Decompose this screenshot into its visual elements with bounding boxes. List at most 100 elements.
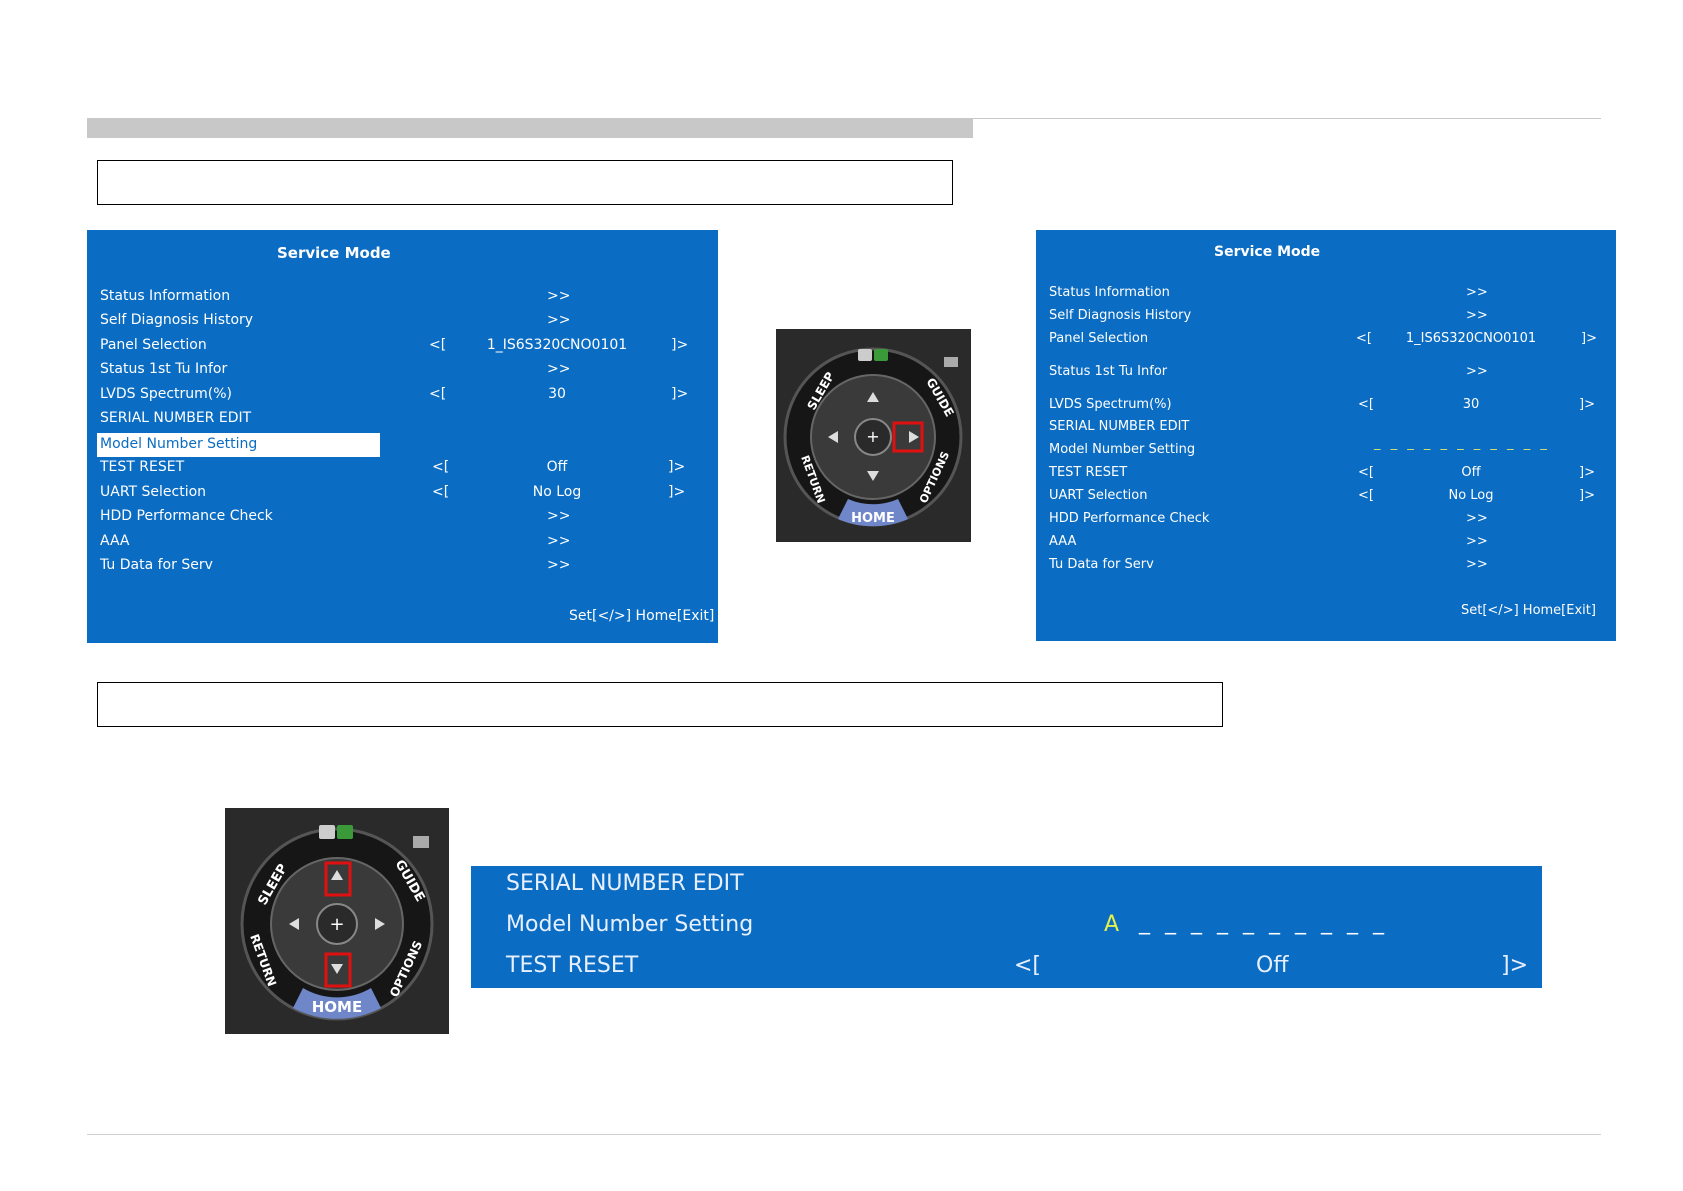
- menu-value: No Log: [532, 484, 582, 500]
- menu-label: LVDS Spectrum(%): [100, 386, 233, 402]
- menu-row-uart-selection[interactable]: UART Selection <[ No Log ]>: [1036, 488, 1616, 508]
- model-number-placeholder: _ _ _ _ _ _ _ _ _ _ _: [1374, 436, 1550, 451]
- menu-value: 1_IS6S320CNO0101: [1405, 331, 1537, 346]
- right-arrow[interactable]: ]>: [671, 386, 688, 402]
- menu-label: Status Information: [100, 288, 231, 304]
- left-arrow[interactable]: <[: [432, 484, 449, 500]
- menu-label: UART Selection: [1049, 488, 1148, 503]
- menu-row-uart-selection[interactable]: UART Selection <[ No Log ]>: [87, 484, 718, 504]
- menu-row-status-information[interactable]: Status Information >>: [1036, 285, 1616, 305]
- caption-box-2: [97, 682, 1223, 727]
- nav-arrow: >>: [1466, 534, 1488, 549]
- model-number-cursor-char: A: [1104, 912, 1120, 937]
- menu-row-self-diagnosis[interactable]: Self Diagnosis History >>: [1036, 308, 1616, 328]
- nav-arrow: >>: [1466, 557, 1488, 572]
- menu-row-test-reset[interactable]: TEST RESET <[ Off ]>: [87, 459, 718, 479]
- left-arrow[interactable]: <[: [429, 386, 446, 402]
- nav-arrow: >>: [1466, 285, 1488, 300]
- left-arrow[interactable]: <[: [1358, 397, 1374, 412]
- menu-label: LVDS Spectrum(%): [1049, 397, 1172, 412]
- nav-arrow: >>: [547, 508, 571, 524]
- menu-row-tu-data[interactable]: Tu Data for Serv >>: [1036, 557, 1616, 577]
- left-arrow[interactable]: <[: [429, 337, 446, 353]
- right-arrow[interactable]: ]>: [1579, 488, 1595, 503]
- nav-arrow: >>: [547, 288, 571, 304]
- menu-row-status-1st-tu[interactable]: Status 1st Tu Infor >>: [87, 361, 718, 381]
- left-arrow[interactable]: <[: [432, 459, 449, 475]
- nav-arrow: >>: [547, 361, 571, 377]
- header-bar: [87, 118, 973, 138]
- menu-label: TEST RESET: [1049, 465, 1128, 480]
- nav-arrow: >>: [547, 533, 571, 549]
- menu-row-status-information[interactable]: Status Information >>: [87, 288, 718, 308]
- menu-label: TEST RESET: [100, 459, 185, 475]
- menu-row-hdd-performance[interactable]: HDD Performance Check >>: [1036, 511, 1616, 531]
- menu-row-serial-number-edit[interactable]: SERIAL NUMBER EDIT: [87, 410, 718, 430]
- zoom-row-serial-number-edit[interactable]: SERIAL NUMBER EDIT: [506, 871, 744, 896]
- menu-label: Model Number Setting: [1049, 442, 1196, 457]
- menu-value: 30: [1462, 397, 1480, 412]
- menu-row-model-number-setting[interactable]: Model Number Setting: [87, 433, 718, 457]
- left-arrow[interactable]: <[: [1014, 953, 1041, 978]
- menu-footer-hint: Set[</>] Home[Exit]: [1461, 603, 1596, 618]
- menu-label: AAA: [1049, 534, 1077, 549]
- right-arrow[interactable]: ]>: [1579, 465, 1595, 480]
- nav-arrow: >>: [547, 312, 571, 328]
- menu-row-test-reset[interactable]: TEST RESET <[ Off ]>: [1036, 465, 1616, 485]
- menu-value: 1_IS6S320CNO0101: [486, 337, 628, 353]
- menu-label: HDD Performance Check: [100, 508, 273, 524]
- menu-row-lvds-spectrum[interactable]: LVDS Spectrum(%) <[ 30 ]>: [87, 386, 718, 406]
- menu-footer-hint: Set[</>] Home[Exit]: [569, 608, 715, 624]
- menu-label: Status 1st Tu Infor: [1049, 364, 1168, 379]
- menu-row-panel-selection[interactable]: Panel Selection <[ 1_IS6S320CNO0101 ]>: [1036, 331, 1616, 351]
- left-arrow[interactable]: <[: [1356, 331, 1372, 346]
- service-menu-left: Service Mode Status Information >> Self …: [87, 230, 718, 643]
- svg-text:+: +: [866, 427, 879, 446]
- zoom-value: Off: [1256, 953, 1289, 978]
- menu-label: AAA: [100, 533, 130, 549]
- menu-row-tu-data[interactable]: Tu Data for Serv >>: [87, 557, 718, 577]
- menu-value: 30: [548, 386, 566, 402]
- menu-label: HDD Performance Check: [1049, 511, 1210, 526]
- right-arrow[interactable]: ]>: [1579, 397, 1595, 412]
- home-label: HOME: [851, 511, 895, 526]
- menu-row-model-number-setting[interactable]: Model Number Setting _ _ _ _ _ _ _ _ _ _…: [1036, 436, 1616, 462]
- menu-row-panel-selection[interactable]: Panel Selection <[ 1_IS6S320CNO0101 ]>: [87, 337, 718, 357]
- menu-row-self-diagnosis[interactable]: Self Diagnosis History >>: [87, 312, 718, 332]
- right-arrow[interactable]: ]>: [1581, 331, 1597, 346]
- zoom-row-model-number-setting[interactable]: Model Number Setting: [506, 912, 753, 937]
- menu-value: Off: [1461, 465, 1481, 480]
- service-menu-right: Service Mode Status Information >> Self …: [1036, 230, 1616, 641]
- menu-label: Status 1st Tu Infor: [100, 361, 228, 377]
- nav-arrow: >>: [1466, 511, 1488, 526]
- menu-title: Service Mode: [277, 244, 391, 262]
- menu-label: Model Number Setting: [100, 436, 258, 452]
- menu-label: Status Information: [1049, 285, 1170, 300]
- home-label: HOME: [312, 998, 362, 1016]
- menu-label: SERIAL NUMBER EDIT: [100, 410, 252, 426]
- left-arrow[interactable]: <[: [1358, 465, 1374, 480]
- right-arrow[interactable]: ]>: [668, 459, 685, 475]
- right-arrow[interactable]: ]>: [671, 337, 688, 353]
- right-arrow[interactable]: ]>: [668, 484, 685, 500]
- svg-text:+: +: [329, 914, 344, 935]
- menu-value: Off: [546, 459, 568, 475]
- right-arrow[interactable]: ]>: [1501, 953, 1528, 978]
- nav-arrow: >>: [1466, 364, 1488, 379]
- menu-row-lvds-spectrum[interactable]: LVDS Spectrum(%) <[ 30 ]>: [1036, 397, 1616, 417]
- menu-row-hdd-performance[interactable]: HDD Performance Check >>: [87, 508, 718, 528]
- menu-title: Service Mode: [1214, 244, 1321, 260]
- left-arrow[interactable]: <[: [1358, 488, 1374, 503]
- remote-dpad-image-1: + HOME SLEEP GUIDE RETURN OPTIONS: [776, 329, 971, 542]
- menu-row-status-1st-tu[interactable]: Status 1st Tu Infor >>: [1036, 364, 1616, 384]
- menu-label: Panel Selection: [100, 337, 207, 353]
- menu-label: Self Diagnosis History: [100, 312, 254, 328]
- zoom-row-test-reset[interactable]: TEST RESET: [506, 953, 638, 978]
- header-rule: [973, 118, 1601, 119]
- nav-arrow: >>: [547, 557, 571, 573]
- model-number-placeholder: _ _ _ _ _ _ _ _ _ _: [1139, 910, 1388, 935]
- menu-row-aaa[interactable]: AAA >>: [87, 533, 718, 553]
- menu-label: Tu Data for Serv: [1049, 557, 1154, 572]
- menu-label: SERIAL NUMBER EDIT: [1049, 419, 1190, 434]
- menu-row-aaa[interactable]: AAA >>: [1036, 534, 1616, 554]
